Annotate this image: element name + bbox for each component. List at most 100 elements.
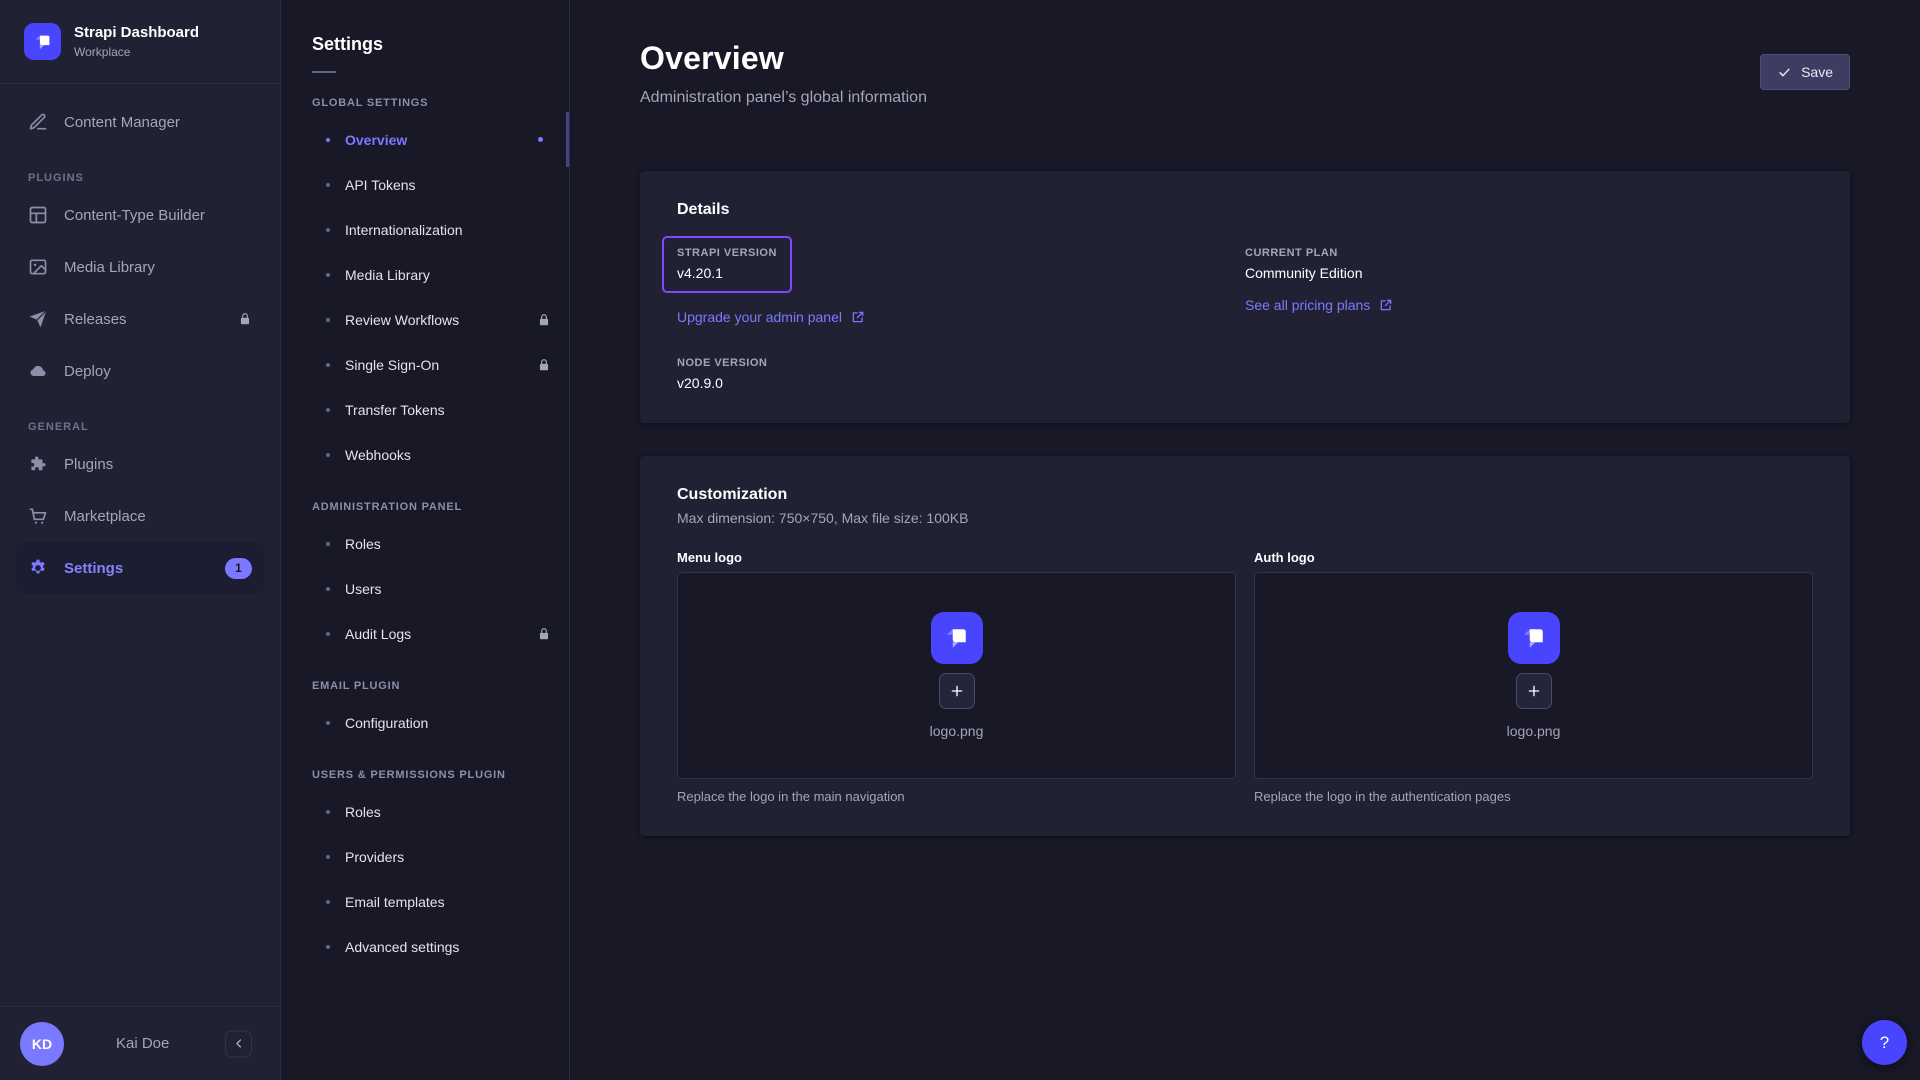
avatar[interactable]: KD [20, 1022, 64, 1066]
gear-icon [28, 558, 48, 578]
subnav-item-api-tokens[interactable]: API Tokens [282, 162, 569, 207]
subnav-title: Settings [312, 34, 569, 55]
pen-icon [28, 112, 48, 132]
subnav-item-configuration[interactable]: Configuration [282, 700, 569, 745]
upgrade-admin-panel-link[interactable]: Upgrade your admin panel [677, 309, 865, 325]
subnav-item-up-roles[interactable]: Roles [282, 789, 569, 834]
bullet-icon [326, 810, 330, 814]
bullet-icon [326, 318, 330, 322]
sidebar-section-plugins: PLUGINS [28, 172, 264, 184]
auth-logo-field: Auth logo logo.png [1254, 550, 1813, 804]
page-title: Overview [640, 40, 1850, 77]
menu-logo-upload-area[interactable]: logo.png [677, 572, 1236, 779]
cloud-icon [28, 361, 48, 381]
help-button[interactable]: ? [1862, 1020, 1907, 1065]
user-name: Kai Doe [116, 1035, 169, 1052]
sidebar-item-label: Plugins [64, 456, 113, 473]
subnav-item-label: Overview [345, 132, 407, 148]
sidebar-item-deploy[interactable]: Deploy [16, 345, 264, 397]
subnav-item-label: Roles [345, 804, 381, 820]
subnav-item-media-library[interactable]: Media Library [282, 252, 569, 297]
subnav-item-audit-logs[interactable]: Audit Logs [282, 611, 569, 656]
subnav-item-label: Review Workflows [345, 312, 459, 328]
bullet-icon [326, 363, 330, 367]
details-left-column: STRAPI VERSION v4.20.1 Upgrade your admi… [677, 247, 1245, 391]
sidebar-item-settings[interactable]: Settings 1 [16, 542, 264, 594]
sidebar-collapse-button[interactable] [225, 1030, 252, 1057]
subnav-item-label: API Tokens [345, 177, 416, 193]
workspace-title: Strapi Dashboard [74, 24, 199, 43]
strapi-version-value: v4.20.1 [677, 265, 777, 281]
chevron-left-icon [232, 1037, 246, 1051]
save-button-label: Save [1801, 64, 1833, 80]
auth-logo-upload-area[interactable]: logo.png [1254, 572, 1813, 779]
sidebar-item-releases[interactable]: Releases [16, 293, 264, 345]
subnav-item-label: Webhooks [345, 447, 411, 463]
menu-logo-field: Menu logo logo.png [677, 550, 1236, 804]
save-button[interactable]: Save [1760, 54, 1850, 90]
subnav-item-label: Media Library [345, 267, 430, 283]
subnav-item-label: Email templates [345, 894, 445, 910]
menu-logo-add-button[interactable] [939, 673, 975, 709]
subnav-item-label: Configuration [345, 715, 428, 731]
sidebar-item-plugins[interactable]: Plugins [16, 438, 264, 490]
layout-grid-icon [28, 205, 48, 225]
subnav-section-administration-panel: ADMINISTRATION PANEL [312, 501, 539, 513]
customization-constraints: Max dimension: 750×750, Max file size: 1… [677, 510, 1813, 526]
bullet-icon [326, 228, 330, 232]
sidebar-item-label: Deploy [64, 363, 111, 380]
bullet-icon [326, 408, 330, 412]
subnav-item-review-workflows[interactable]: Review Workflows [282, 297, 569, 342]
paper-plane-icon [28, 309, 48, 329]
lock-icon [537, 627, 551, 641]
page-subtitle: Administration panel’s global informatio… [640, 89, 1850, 107]
subnav-item-internationalization[interactable]: Internationalization [282, 207, 569, 252]
subnav-item-transfer-tokens[interactable]: Transfer Tokens [282, 387, 569, 432]
active-indicator-dot [538, 137, 543, 142]
subnav-item-providers[interactable]: Providers [282, 834, 569, 879]
subnav-item-email-templates[interactable]: Email templates [282, 879, 569, 924]
sidebar-item-marketplace[interactable]: Marketplace [16, 490, 264, 542]
subnav-item-label: Providers [345, 849, 404, 865]
settings-subnav: Settings GLOBAL SETTINGS Overview API To… [282, 0, 570, 1080]
subnav-item-admin-roles[interactable]: Roles [282, 521, 569, 566]
subnav-item-users[interactable]: Users [282, 566, 569, 611]
subnav-item-overview[interactable]: Overview [282, 117, 569, 162]
workspace-brand[interactable]: Strapi Dashboard Workplace [0, 0, 280, 84]
puzzle-icon [28, 454, 48, 474]
main-content: Overview Administration panel’s global i… [571, 0, 1920, 1080]
bullet-icon [326, 587, 330, 591]
bullet-icon [326, 945, 330, 949]
pricing-plans-link[interactable]: See all pricing plans [1245, 297, 1393, 313]
bullet-icon [326, 632, 330, 636]
subnav-item-label: Single Sign-On [345, 357, 439, 373]
subnav-item-single-sign-on[interactable]: Single Sign-On [282, 342, 569, 387]
plus-icon [1526, 683, 1542, 699]
customization-card: Customization Max dimension: 750×750, Ma… [640, 456, 1850, 836]
check-icon [1777, 65, 1792, 80]
pricing-link-label: See all pricing plans [1245, 297, 1370, 313]
node-version-block: NODE VERSION v20.9.0 [677, 357, 1245, 391]
bullet-icon [326, 183, 330, 187]
customization-heading: Customization [677, 486, 1813, 504]
details-heading: Details [677, 201, 1813, 219]
subnav-item-label: Users [345, 581, 382, 597]
sidebar-nav: Content Manager PLUGINS Content-Type Bui… [0, 84, 280, 1006]
sidebar-item-media-library[interactable]: Media Library [16, 241, 264, 293]
subnav-section-global-settings: GLOBAL SETTINGS [312, 97, 539, 109]
sidebar-item-content-type-builder[interactable]: Content-Type Builder [16, 189, 264, 241]
cart-icon [28, 506, 48, 526]
external-link-icon [851, 310, 865, 324]
subnav-item-label: Internationalization [345, 222, 463, 238]
subnav-item-webhooks[interactable]: Webhooks [282, 432, 569, 477]
current-plan-label: CURRENT PLAN [1245, 247, 1813, 259]
auth-logo-add-button[interactable] [1516, 673, 1552, 709]
sidebar-item-label: Releases [64, 311, 127, 328]
lock-icon [537, 313, 551, 327]
subnav-item-label: Advanced settings [345, 939, 459, 955]
sidebar-item-label: Marketplace [64, 508, 146, 525]
strapi-version-label: STRAPI VERSION [677, 247, 777, 259]
subnav-item-advanced-settings[interactable]: Advanced settings [282, 924, 569, 969]
external-link-icon [1379, 298, 1393, 312]
sidebar-item-content-manager[interactable]: Content Manager [16, 96, 264, 148]
